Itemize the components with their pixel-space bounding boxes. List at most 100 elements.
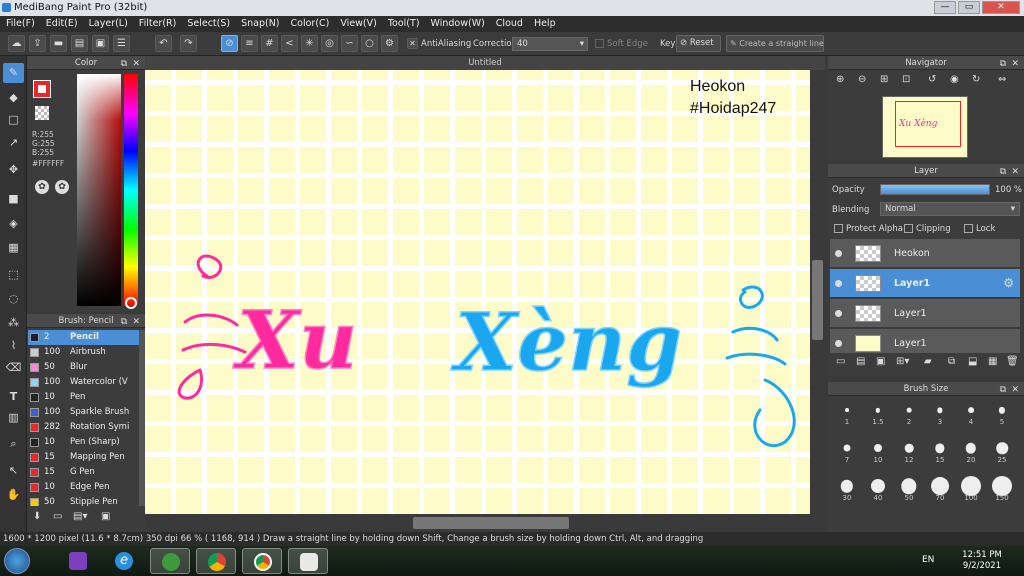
brush-list-item[interactable]: 10 Edge Pen <box>28 480 145 495</box>
panel-float-icon[interactable]: ⧉ <box>121 57 127 71</box>
select-tool-icon[interactable]: ⬚ <box>3 265 24 285</box>
brush-size-option[interactable]: 30 <box>834 476 860 502</box>
panel-close-icon[interactable]: ✕ <box>1011 165 1019 179</box>
folder-icon[interactable]: ▰ <box>924 356 932 367</box>
curve-snap-icon[interactable]: ∽ <box>341 35 358 52</box>
circle-snap-icon[interactable]: ◎ <box>321 35 338 52</box>
panel-close-icon[interactable]: ✕ <box>132 315 140 329</box>
layer-settings-icon[interactable]: ▦ <box>988 356 997 367</box>
comment-icon[interactable]: ▬ <box>50 35 67 52</box>
brush-size-option[interactable]: 15 <box>927 438 953 464</box>
menu-filter[interactable]: Filter(R) <box>133 16 182 29</box>
navigator-thumbnail[interactable]: Xu Xèng <box>882 96 968 158</box>
undo-icon[interactable]: ↶ <box>155 35 172 52</box>
menu-tool[interactable]: Tool(T) <box>382 16 425 29</box>
new-layer-icon[interactable]: ▭ <box>836 356 845 367</box>
brush-size-option[interactable]: 10 <box>865 438 891 464</box>
flip-icon[interactable]: ⇔ <box>998 74 1006 85</box>
panel-float-icon[interactable]: ⧉ <box>1000 165 1006 179</box>
page-icon[interactable]: ▤ <box>71 35 88 52</box>
layer-row[interactable]: Layer1 <box>830 329 1020 353</box>
menu-color[interactable]: Color(C) <box>285 16 335 29</box>
soft-edge-checkbox[interactable] <box>595 39 604 48</box>
palette-settings-icon[interactable]: ✿ <box>55 180 69 194</box>
bucket-tool-icon[interactable]: ◈ <box>3 214 24 234</box>
brush-size-option[interactable]: 70 <box>927 476 953 502</box>
reset-rotation-icon[interactable]: ◉ <box>950 74 959 85</box>
redo-icon[interactable]: ↷ <box>180 35 197 52</box>
gradient-tool-icon[interactable]: ▦ <box>3 238 24 258</box>
settings-list-icon[interactable]: ☰ <box>113 35 130 52</box>
document-tab[interactable]: Untitled <box>145 56 825 70</box>
visibility-icon[interactable] <box>835 280 842 287</box>
add-brush-icon[interactable]: ▤▾ <box>73 511 87 522</box>
lock-checkbox[interactable] <box>964 224 973 233</box>
brush-size-option[interactable]: 1.5 <box>865 400 891 426</box>
eraser-tool-icon[interactable]: ◆ <box>3 88 24 108</box>
visibility-icon[interactable] <box>835 340 842 347</box>
eyedropper-tool-icon[interactable]: ⌕ <box>3 434 24 454</box>
canvas-horizontal-scrollbar[interactable] <box>145 514 825 532</box>
visibility-icon[interactable] <box>835 250 842 257</box>
brush-size-option[interactable]: 12 <box>896 438 922 464</box>
brush-list-item[interactable]: 100 Watercolor (V <box>28 375 145 390</box>
move-tool-icon[interactable]: ✥ <box>3 160 24 180</box>
menu-view[interactable]: View(V) <box>334 16 381 29</box>
menu-help[interactable]: Help <box>528 16 561 29</box>
duplicate-layer-icon[interactable]: ⧉ <box>948 356 955 367</box>
ellipse-snap-icon[interactable]: ○ <box>361 35 378 52</box>
brush-size-option[interactable]: 50 <box>896 476 922 502</box>
drawing-canvas[interactable]: Heokon #Hoidap247 Xu Xèng <box>145 70 810 514</box>
text-tool-icon[interactable]: T <box>3 387 24 407</box>
fit-icon[interactable]: ⊞ <box>880 74 888 85</box>
pen-tool-icon[interactable]: ↗ <box>3 133 24 153</box>
start-button[interactable] <box>4 548 30 574</box>
taskbar-internet-explorer[interactable]: e <box>104 548 144 574</box>
trash-icon[interactable]: 🗑 <box>1006 356 1019 367</box>
brush-size-option[interactable]: 20 <box>958 438 984 464</box>
brush-list-item[interactable]: 100 Sparkle Brush <box>28 405 145 420</box>
vertical-scroll-thumb[interactable] <box>812 260 823 340</box>
menu-cloud[interactable]: Cloud <box>490 16 528 29</box>
opacity-slider[interactable] <box>880 184 990 195</box>
saturation-value-field[interactable] <box>77 74 121 306</box>
brush-list-item[interactable]: 10 Pen (Sharp) <box>28 435 145 450</box>
taskbar-chrome[interactable] <box>196 548 236 574</box>
menu-file[interactable]: File(F) <box>0 16 40 29</box>
rotate-right-icon[interactable]: ↻ <box>972 74 980 85</box>
new-color-layer-icon[interactable]: ▣ <box>876 356 885 367</box>
layer-row[interactable]: Layer1 ⚙ <box>830 269 1020 298</box>
zoom-in-icon[interactable]: ⊕ <box>836 74 844 85</box>
antialiasing-checkbox[interactable]: ✕ <box>407 38 418 49</box>
save-icon[interactable]: ▣ <box>92 35 109 52</box>
maximize-button[interactable]: ▭ <box>958 1 980 14</box>
parallel-snap-icon[interactable]: ≡ <box>241 35 258 52</box>
brush-size-option[interactable]: 5 <box>989 400 1015 426</box>
transparent-color-swatch[interactable] <box>35 106 49 120</box>
snap-off-icon[interactable]: ⊘ <box>221 35 238 52</box>
brush-size-option[interactable]: 25 <box>989 438 1015 464</box>
panel-float-icon[interactable]: ⧉ <box>1000 57 1006 71</box>
new-halftone-layer-icon[interactable]: ▤ <box>856 356 865 367</box>
perspective-snap-icon[interactable]: < <box>281 35 298 52</box>
grid-snap-icon[interactable]: # <box>261 35 278 52</box>
brush-list-item[interactable]: 100 Airbrush <box>28 345 145 360</box>
lasso-tool-icon[interactable]: ◌ <box>3 289 24 309</box>
divide-tool-icon[interactable]: ▥ <box>3 408 24 428</box>
select-eraser-tool-icon[interactable]: ⌫ <box>3 358 24 378</box>
add-layer-menu-icon[interactable]: ⊞▾ <box>896 356 909 367</box>
snap-settings-icon[interactable]: ⚙ <box>381 35 398 52</box>
taskbar-medibang[interactable] <box>288 548 328 574</box>
close-button[interactable]: ✕ <box>982 1 1020 14</box>
palette-icon[interactable]: ✿ <box>35 180 49 194</box>
magic-wand-tool-icon[interactable]: ⁂ <box>3 313 24 333</box>
clipping-checkbox[interactable] <box>904 224 913 233</box>
zoom-out-icon[interactable]: ⊖ <box>858 74 866 85</box>
taskbar-chrome-canary[interactable] <box>242 548 282 574</box>
straight-line-button[interactable]: ✎ Create a straight line <box>726 35 824 52</box>
panel-close-icon[interactable]: ✕ <box>1011 57 1019 71</box>
brush-list-item[interactable]: 50 Stipple Pen <box>28 495 145 506</box>
brush-list-item[interactable]: 15 G Pen <box>28 465 145 480</box>
brush-list-item[interactable]: 50 Blur <box>28 360 145 375</box>
taskbar-visual-studio[interactable] <box>58 548 98 574</box>
